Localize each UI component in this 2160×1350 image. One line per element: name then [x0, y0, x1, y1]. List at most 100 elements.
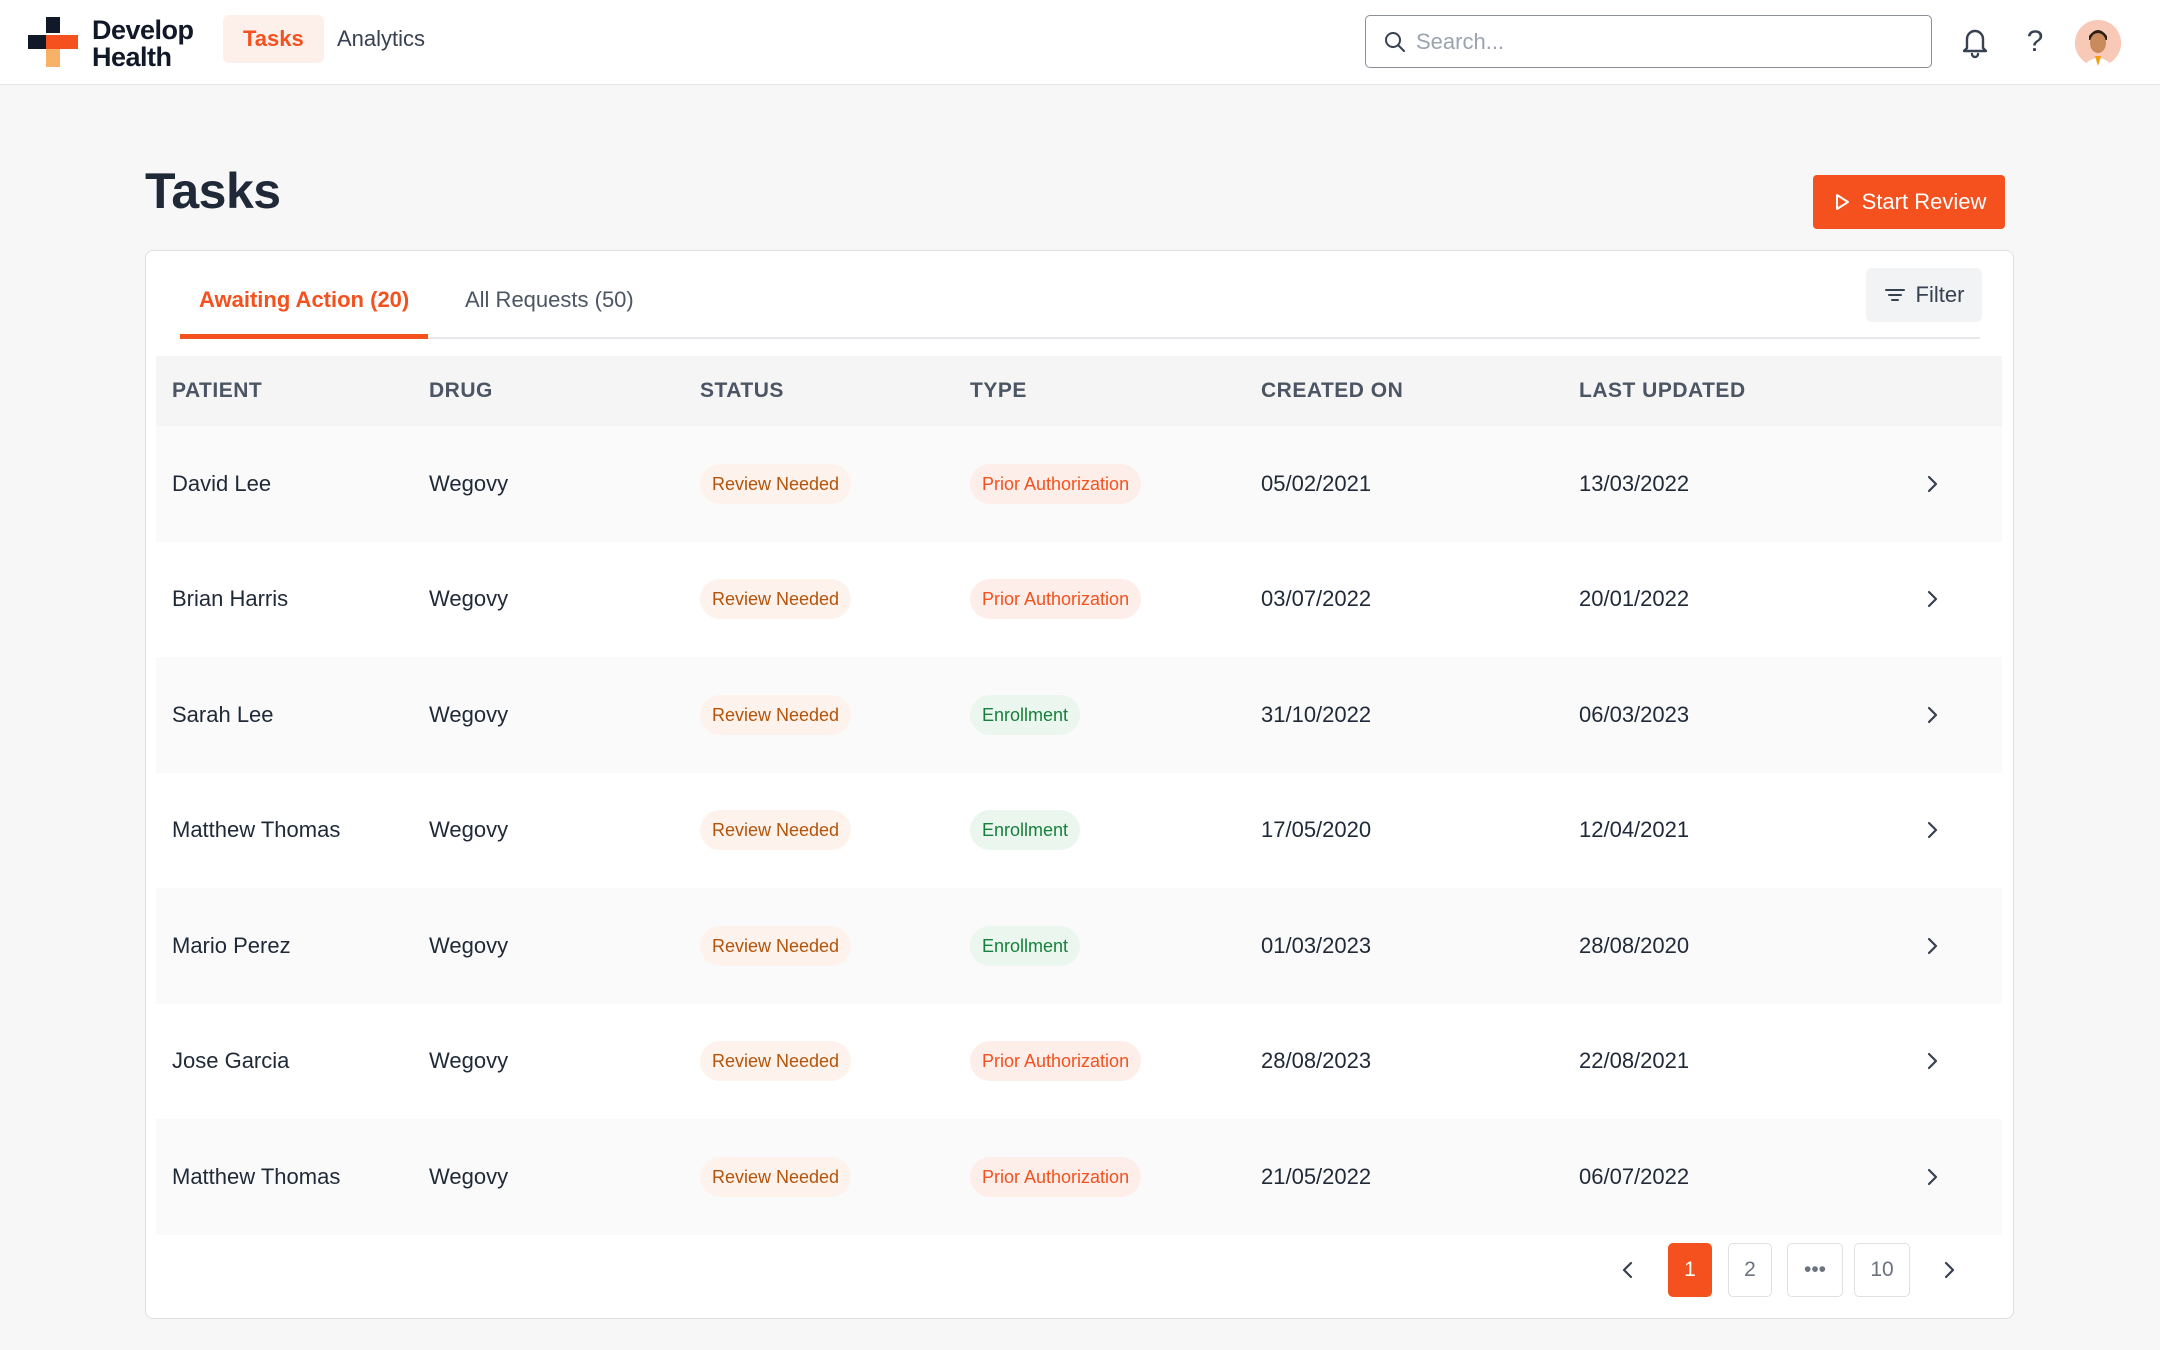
type-cell: Enrollment: [970, 888, 1081, 1004]
table-row[interactable]: Brian Harris Wegovy Review Needed Prior …: [156, 541, 2002, 658]
row-open-button[interactable]: [1922, 426, 1942, 542]
column-header-status[interactable]: STATUS: [700, 356, 784, 426]
status-badge: Review Needed: [700, 925, 852, 966]
search-box: [1365, 15, 1932, 68]
table-row[interactable]: David Lee Wegovy Review Needed Prior Aut…: [156, 426, 2002, 542]
updated-date: 22/08/2021: [1579, 1048, 1690, 1074]
type-badge: Prior Authorization: [970, 579, 1142, 620]
column-header-drug[interactable]: DRUG: [429, 356, 493, 426]
row-open-button[interactable]: [1922, 888, 1942, 1004]
status-cell: Review Needed: [700, 888, 852, 1004]
type-badge: Prior Authorization: [970, 1156, 1142, 1197]
updated-date: 06/03/2023: [1579, 701, 1690, 727]
search-input[interactable]: [1416, 24, 1916, 60]
type-badge: Enrollment: [970, 925, 1081, 966]
row-open-button[interactable]: [1922, 1119, 1942, 1235]
table-body: David Lee Wegovy Review Needed Prior Aut…: [156, 426, 2002, 1235]
row-open-button[interactable]: [1922, 657, 1942, 773]
top-navbar: Develop Health Tasks Analytics ?: [0, 0, 2160, 85]
chevron-right-icon: [1927, 822, 1938, 839]
patient-name: David Lee: [172, 470, 272, 496]
prev-page-button[interactable]: [1608, 1243, 1648, 1297]
column-header-type[interactable]: TYPE: [970, 356, 1027, 426]
row-open-button[interactable]: [1922, 773, 1942, 889]
develop-health-logo[interactable]: Develop Health: [28, 17, 198, 71]
column-header-patient[interactable]: PATIENT: [172, 356, 262, 426]
chevron-right-icon: [1927, 1053, 1938, 1070]
page-ellipsis[interactable]: •••: [1787, 1243, 1843, 1297]
created-date: 28/08/2023: [1261, 1048, 1372, 1074]
updated-date: 20/01/2022: [1579, 586, 1690, 612]
drug-name: Wegovy: [429, 1048, 509, 1074]
chevron-right-icon: [1927, 475, 1938, 492]
drug-name: Wegovy: [429, 1163, 509, 1189]
page-button-10[interactable]: 10: [1854, 1243, 1910, 1297]
tab-all-requests[interactable]: All Requests (50): [446, 287, 653, 337]
brand-name-line2: Health: [92, 42, 172, 72]
created-date: 21/05/2022: [1261, 1163, 1372, 1189]
status-badge: Review Needed: [700, 694, 852, 735]
avatar[interactable]: [2075, 20, 2121, 66]
type-badge: Prior Authorization: [970, 1041, 1142, 1082]
type-cell: Prior Authorization: [970, 426, 1142, 542]
table-row[interactable]: Matthew Thomas Wegovy Review Needed Prio…: [156, 1119, 2002, 1235]
patient-name: Brian Harris: [172, 586, 289, 612]
patient-name: Matthew Thomas: [172, 1163, 341, 1189]
column-header-created-on[interactable]: CREATED ON: [1261, 356, 1403, 426]
page-button-2[interactable]: 2: [1728, 1243, 1772, 1297]
help-button[interactable]: ?: [2015, 22, 2055, 62]
created-date: 01/03/2023: [1261, 932, 1372, 958]
patient-name: Sarah Lee: [172, 701, 274, 727]
next-page-button[interactable]: [1929, 1243, 1969, 1297]
play-icon: [1835, 194, 1849, 210]
type-cell: Prior Authorization: [970, 1004, 1142, 1120]
table-row[interactable]: Matthew Thomas Wegovy Review Needed Enro…: [156, 772, 2002, 889]
page-button-1[interactable]: 1: [1668, 1243, 1712, 1297]
updated-date: 06/07/2022: [1579, 1163, 1690, 1189]
row-open-button[interactable]: [1922, 542, 1942, 658]
tab-awaiting-action[interactable]: Awaiting Action (20): [180, 287, 429, 339]
status-badge: Review Needed: [700, 1041, 852, 1082]
patient-name: Jose Garcia: [172, 1048, 290, 1074]
column-header-last-updated[interactable]: LAST UPDATED: [1579, 356, 1746, 426]
notifications-button[interactable]: [1955, 22, 1995, 62]
chevron-right-icon: [1927, 937, 1938, 954]
drug-name: Wegovy: [429, 470, 509, 496]
chevron-left-icon: [1622, 1261, 1633, 1279]
filter-button[interactable]: Filter: [1866, 268, 1982, 322]
table-row[interactable]: Mario Perez Wegovy Review Needed Enrollm…: [156, 888, 2002, 1004]
row-open-button[interactable]: [1922, 1004, 1942, 1120]
bell-icon: [1962, 29, 1988, 59]
drug-name: Wegovy: [429, 586, 509, 612]
patient-name: Matthew Thomas: [172, 817, 341, 843]
nav-tab-tasks[interactable]: Tasks: [223, 15, 324, 63]
created-date: 03/07/2022: [1261, 586, 1372, 612]
brand-name: Develop Health: [92, 17, 194, 71]
updated-date: 13/03/2022: [1579, 470, 1690, 496]
start-review-label: Start Review: [1861, 189, 1987, 214]
updated-date: 28/08/2020: [1579, 932, 1690, 958]
nav-tab-analytics[interactable]: Analytics: [317, 15, 445, 63]
filter-label: Filter: [1915, 282, 1965, 307]
table-row[interactable]: Jose Garcia Wegovy Review Needed Prior A…: [156, 1003, 2002, 1120]
chevron-right-icon: [1927, 706, 1938, 723]
tasks-card: Awaiting Action (20) All Requests (50) F…: [145, 250, 2014, 1319]
type-badge: Enrollment: [970, 694, 1081, 735]
table-row[interactable]: Sarah Lee Wegovy Review Needed Enrollmen…: [156, 657, 2002, 773]
filter-icon: [1884, 289, 1905, 301]
pagination: 1 2 ••• 10: [146, 1243, 2015, 1299]
chevron-right-icon: [1927, 1168, 1938, 1185]
type-cell: Prior Authorization: [970, 1119, 1142, 1235]
status-cell: Review Needed: [700, 426, 852, 542]
page-title: Tasks: [145, 163, 281, 219]
status-cell: Review Needed: [700, 657, 852, 773]
task-tabs: Awaiting Action (20) All Requests (50): [180, 251, 1980, 339]
type-cell: Enrollment: [970, 657, 1081, 773]
drug-name: Wegovy: [429, 817, 509, 843]
status-cell: Review Needed: [700, 773, 852, 889]
status-cell: Review Needed: [700, 542, 852, 658]
chevron-right-icon: [1927, 591, 1938, 608]
start-review-button[interactable]: Start Review: [1813, 175, 2005, 229]
status-badge: Review Needed: [700, 579, 852, 620]
user-avatar-icon: [2075, 20, 2121, 66]
